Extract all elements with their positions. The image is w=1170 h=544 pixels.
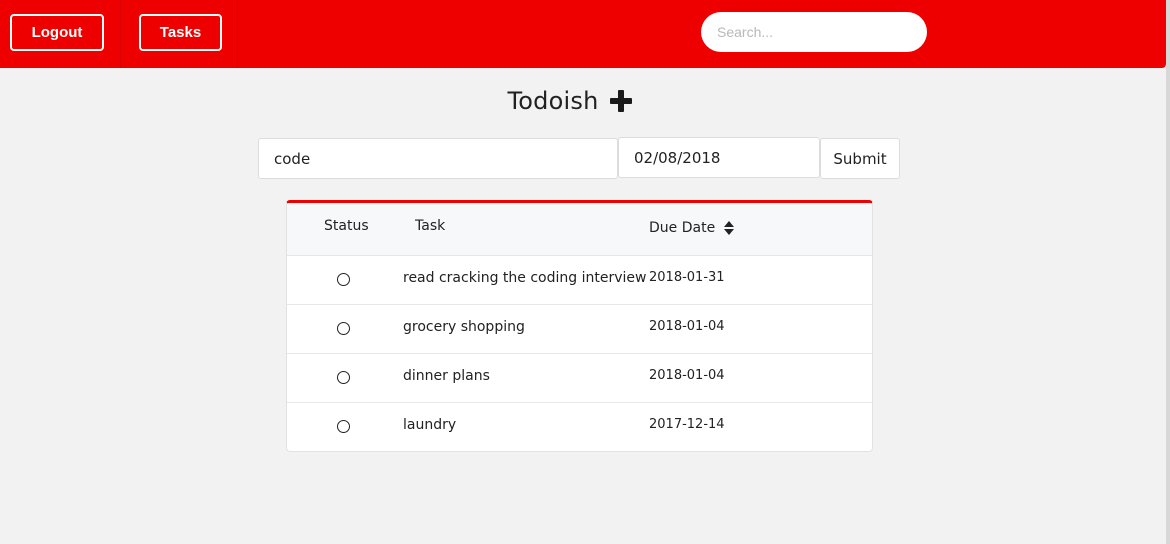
table-row: laundry 2017-12-14: [287, 403, 872, 451]
table-row: read cracking the coding interview 2018-…: [287, 256, 872, 305]
column-header-due-date[interactable]: Due Date: [649, 220, 735, 236]
task-due-date: 2018-01-04: [649, 319, 725, 334]
column-header-due-date-label: Due Date: [649, 220, 716, 236]
task-name: laundry: [403, 417, 457, 433]
tasks-button[interactable]: Tasks: [139, 14, 222, 51]
plus-icon[interactable]: [610, 90, 633, 112]
nav-divider: [237, 0, 238, 68]
page-header: Todoish: [0, 84, 1140, 118]
table-header: Status Task Due Date: [287, 203, 872, 256]
logout-button[interactable]: Logout: [10, 14, 104, 51]
sort-icon[interactable]: [724, 221, 735, 235]
task-due-date: 2018-01-04: [649, 368, 725, 383]
task-name: dinner plans: [403, 368, 490, 384]
due-date-input[interactable]: [618, 137, 820, 178]
status-radio[interactable]: [337, 322, 350, 335]
top-navbar: Logout Tasks: [0, 0, 1166, 68]
submit-button[interactable]: Submit: [820, 138, 900, 179]
task-table: Status Task Due Date read cracking the c…: [286, 200, 873, 452]
task-input[interactable]: [258, 138, 618, 179]
task-due-date: 2017-12-14: [649, 417, 725, 432]
status-radio[interactable]: [337, 420, 350, 433]
task-name: grocery shopping: [403, 319, 525, 335]
column-header-status: Status: [324, 218, 369, 234]
status-radio[interactable]: [337, 273, 350, 286]
table-row: grocery shopping 2018-01-04: [287, 305, 872, 354]
page-title: Todoish: [507, 87, 599, 115]
task-name: read cracking the coding interview: [403, 270, 647, 286]
table-row: dinner plans 2018-01-04: [287, 354, 872, 403]
task-due-date: 2018-01-31: [649, 270, 725, 285]
column-header-task: Task: [415, 218, 446, 234]
search-input[interactable]: [701, 12, 927, 52]
window-edge: [1166, 0, 1170, 544]
status-radio[interactable]: [337, 371, 350, 384]
nav-divider: [120, 0, 121, 68]
